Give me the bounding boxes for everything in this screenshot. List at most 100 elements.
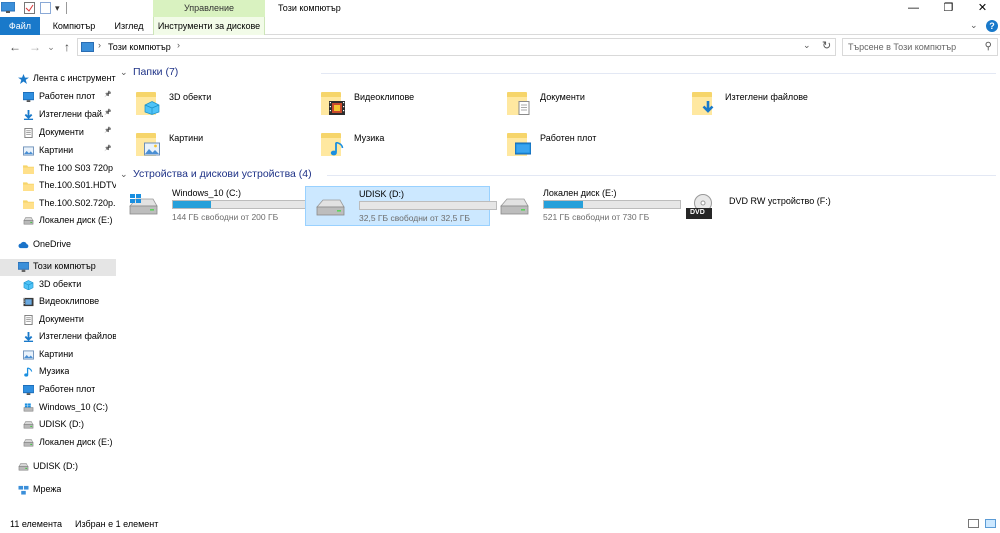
maximize-button[interactable]: ❐ (931, 0, 966, 17)
desktop-icon (22, 385, 35, 395)
folder-label: 3D обекти (169, 92, 212, 102)
expand-ribbon-chevron-icon[interactable]: ⌄ (970, 20, 978, 31)
sidebar-item-18[interactable]: Windows_10 (C:) (0, 400, 116, 417)
recent-locations-chevron-icon[interactable]: ⌄ (44, 39, 58, 55)
sidebar-item-16[interactable]: Музика (0, 364, 116, 381)
search-input[interactable]: Търсене в Този компютър ⚲ (842, 38, 998, 56)
pin-icon[interactable]: 📌 (104, 145, 111, 152)
drive-tile[interactable]: Windows_10 (C:) 144 ГБ свободни от 200 Г… (119, 186, 310, 226)
sidebar-item-5[interactable]: The 100 S03 720p HDTV (0, 161, 116, 178)
pin-icon[interactable]: 📌 (104, 109, 111, 116)
folder-tile[interactable]: 3D обекти (117, 84, 302, 122)
sidebar-item-6[interactable]: The.100.S01.HDTV.x264 (0, 178, 116, 195)
sidebar-item-label: The.100.S01.HDTV.x264 (39, 180, 116, 190)
tab-view[interactable]: Изглед (108, 17, 150, 35)
sidebar-item-7[interactable]: The.100.S02.720p.HDTV (0, 196, 116, 213)
sidebar-item-label: Документи (39, 127, 84, 137)
drive-icon (23, 420, 34, 430)
folder-tile[interactable]: Музика (302, 125, 487, 163)
folders-group-title: Папки (7) (133, 66, 179, 78)
back-arrow-icon[interactable]: ← (8, 39, 22, 55)
sidebar-item-label: Windows_10 (C:) (39, 402, 109, 412)
up-arrow-icon[interactable]: ↑ (60, 39, 74, 55)
sidebar-item-2[interactable]: Изтеглени файлове📌 (0, 107, 116, 124)
breadcrumb-this-pc[interactable]: Този компютър (108, 42, 171, 52)
sidebar-item-label: Работен плот (39, 384, 96, 394)
sidebar-item-label: Лента с инструменти за бърз достъп (33, 73, 116, 83)
drives-group-header[interactable]: ⌄ Устройства и дискови устройства (4) (117, 168, 997, 184)
windows-drive-icon (127, 194, 159, 216)
sidebar-item-label: Локален диск (E:) (39, 215, 113, 225)
tab-drive-tools[interactable]: Инструменти за дискове (153, 17, 265, 35)
sidebar-item-8[interactable]: Локален диск (E:) (0, 213, 116, 230)
address-dropdown-chevron-icon[interactable]: ⌄ (803, 40, 811, 51)
folder-label: Изтеглени файлове (725, 92, 808, 102)
sidebar-item-label: Музика (39, 366, 70, 376)
dvd-drive-icon: DVD (684, 194, 716, 219)
star-icon (18, 74, 29, 84)
large-icons-view-icon[interactable] (985, 519, 996, 528)
help-icon[interactable]: ? (986, 20, 998, 32)
folder-tile[interactable]: Картини (117, 125, 302, 163)
close-button[interactable]: ✕ (965, 0, 1000, 17)
folder-tile[interactable]: Документи (488, 84, 673, 122)
new-folder-icon[interactable] (40, 2, 52, 14)
folder-tile[interactable]: Работен плот (488, 125, 673, 163)
sidebar-item-17[interactable]: Работен плот (0, 382, 116, 399)
tab-file[interactable]: Файл (0, 17, 40, 35)
folders-group-header[interactable]: ⌄ Папки (7) (117, 66, 997, 82)
folder-icon (23, 199, 34, 209)
sidebar-item-1[interactable]: Работен плот 📌 (0, 89, 116, 106)
sidebar-item-label: 3D обекти (39, 279, 82, 289)
search-icon[interactable]: ⚲ (985, 41, 992, 52)
forward-arrow-icon[interactable]: → (28, 39, 42, 55)
search-placeholder: Търсене в Този компютър (848, 42, 957, 52)
refresh-icon[interactable]: ↻ (822, 39, 831, 52)
sidebar-item-20[interactable]: Локален диск (E:) (0, 435, 116, 452)
pictures-icon (23, 350, 34, 360)
title-bar: ▾ Управление Този компютър — ❐ ✕ (0, 0, 1000, 17)
sidebar-item-label: Картини (39, 349, 74, 359)
folder-tile[interactable]: Видеоклипове (302, 84, 487, 122)
collapse-chevron-icon[interactable]: ⌄ (120, 67, 128, 78)
minimize-button[interactable]: — (896, 0, 931, 17)
sidebar-item-13[interactable]: Документи (0, 312, 116, 329)
drives-group-title: Устройства и дискови устройства (4) (133, 168, 312, 180)
sidebar-item-label: Картини (39, 145, 74, 155)
dvd-badge: DVD (690, 209, 705, 216)
sidebar-item-22[interactable]: Мрежа (0, 482, 116, 499)
sidebar-item-9[interactable]: OneDrive (0, 237, 116, 254)
navigation-pane: Лента с инструменти за бърз достъп Работе… (0, 66, 116, 511)
folder-tile[interactable]: Изтеглени файлове (673, 84, 858, 122)
sidebar-item-3[interactable]: Документи 📌 (0, 125, 116, 142)
sidebar-item-10[interactable]: Този компютър (0, 259, 116, 276)
drive-tile[interactable]: DVD DVD RW устройство (F:) (676, 186, 861, 226)
details-view-icon[interactable] (968, 519, 979, 528)
sidebar-item-4[interactable]: Картини 📌 (0, 143, 116, 160)
sidebar-item-0[interactable]: Лента с инструменти за бърз достъп (0, 71, 116, 88)
sidebar-item-21[interactable]: UDISK (D:) (0, 459, 116, 476)
sidebar-item-11[interactable]: 3D обекти (0, 277, 116, 294)
downloads-icon (23, 110, 34, 120)
sidebar-item-label: UDISK (D:) (33, 461, 78, 471)
drive-name: DVD RW устройство (F:) (729, 196, 831, 206)
sidebar-item-15[interactable]: Картини (0, 347, 116, 364)
breadcrumb-separator-icon[interactable]: › (98, 40, 101, 50)
sidebar-item-label: OneDrive (33, 239, 72, 249)
downloads-icon (23, 332, 34, 342)
sidebar-item-label: The.100.S02.720p.HDTV (39, 198, 116, 208)
collapse-chevron-icon[interactable]: ⌄ (120, 169, 128, 180)
address-bar[interactable]: › Този компютър › ⌄ ↻ (77, 38, 836, 56)
properties-icon[interactable] (24, 2, 36, 14)
breadcrumb-separator-icon[interactable]: › (177, 40, 180, 50)
sidebar-item-19[interactable]: UDISK (D:) (0, 417, 116, 434)
pin-icon[interactable]: 📌 (104, 127, 111, 134)
pin-icon[interactable]: 📌 (104, 91, 111, 98)
drive-tile[interactable]: Локален диск (E:) 521 ГБ свободни от 730… (490, 186, 681, 226)
drive-tile[interactable]: UDISK (D:) 32,5 ГБ свободни от 32,5 ГБ (305, 186, 497, 226)
sidebar-item-12[interactable]: Видеоклипове (0, 294, 116, 311)
manage-context-tab[interactable]: Управление (153, 0, 265, 17)
tab-computer[interactable]: Компютър (42, 17, 106, 35)
sidebar-item-14[interactable]: Изтеглени файлове (0, 329, 116, 346)
drive-name: UDISK (D:) (359, 189, 404, 199)
